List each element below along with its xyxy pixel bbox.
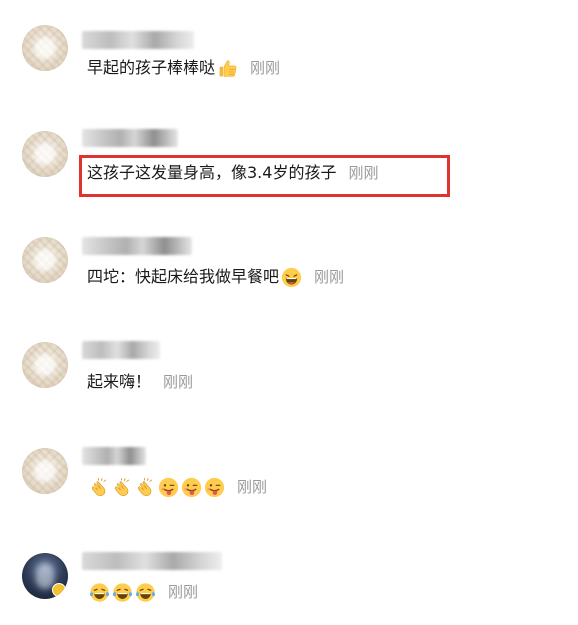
tears-of-joy-face-icon	[135, 582, 156, 602]
clapping-hands-icon	[114, 477, 130, 496]
laughing-face-icon	[281, 267, 302, 287]
comment-body: 刚刚	[87, 581, 198, 603]
username-blurred[interactable]	[82, 552, 222, 570]
avatar[interactable]	[22, 342, 68, 388]
avatar[interactable]	[22, 553, 68, 599]
highlight-box	[79, 155, 450, 197]
thumbs-up-icon	[219, 59, 237, 77]
tears-of-joy-face-icon	[89, 582, 110, 602]
timestamp: 刚刚	[163, 373, 194, 391]
username-blurred[interactable]	[82, 341, 160, 359]
comment-body: 起来嗨！ 刚刚	[87, 371, 193, 393]
avatar[interactable]	[22, 131, 68, 177]
username-blurred[interactable]	[82, 237, 192, 255]
comment-text: 四坨：快起床给我做早餐吧	[87, 267, 280, 286]
username-blurred[interactable]	[82, 31, 194, 49]
avatar[interactable]	[22, 448, 68, 494]
comment-body: 四坨：快起床给我做早餐吧 刚刚	[87, 266, 344, 288]
avatar[interactable]	[22, 25, 68, 71]
winking-tongue-face-icon	[181, 477, 202, 497]
comment-text: 早起的孩子棒棒哒	[87, 58, 216, 77]
winking-tongue-face-icon	[204, 477, 225, 497]
clapping-hands-icon	[91, 477, 107, 496]
timestamp: 刚刚	[237, 478, 268, 496]
username-blurred[interactable]	[82, 129, 178, 147]
clapping-hands-icon	[137, 477, 153, 496]
winking-tongue-face-icon	[158, 477, 179, 497]
timestamp: 刚刚	[250, 59, 281, 77]
avatar[interactable]	[22, 237, 68, 283]
comment-body: 早起的孩子棒棒哒 刚刚	[87, 57, 280, 79]
timestamp: 刚刚	[168, 583, 199, 601]
username-blurred[interactable]	[82, 447, 146, 465]
timestamp: 刚刚	[314, 268, 345, 286]
comment-body: 刚刚	[87, 476, 267, 498]
tears-of-joy-face-icon	[112, 582, 133, 602]
comment-text: 起来嗨！	[87, 372, 152, 391]
